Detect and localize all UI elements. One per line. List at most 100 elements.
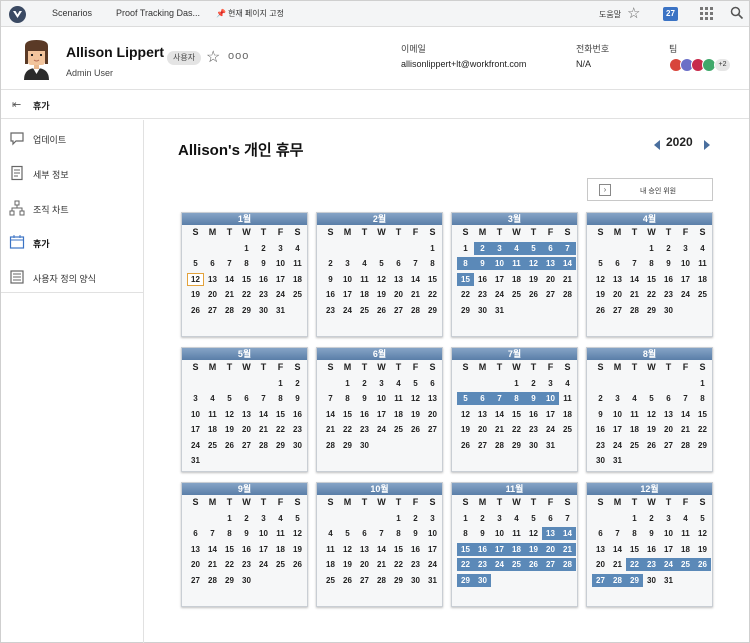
calendar-day[interactable]: 24 xyxy=(677,288,694,301)
favorites-star-icon[interactable]: ☆ xyxy=(627,4,640,22)
time-off-day[interactable]: 10 xyxy=(542,392,559,405)
calendar-day[interactable]: 14 xyxy=(221,273,238,286)
time-off-day[interactable]: 22 xyxy=(626,558,643,571)
time-off-day[interactable]: 15 xyxy=(457,542,474,556)
calendar-day[interactable]: 16 xyxy=(356,408,373,421)
calendar-day[interactable]: 30 xyxy=(255,304,272,317)
calendar-day[interactable]: 28 xyxy=(255,439,272,452)
calendar-day[interactable]: 2 xyxy=(474,512,491,525)
calendar-day[interactable]: 1 xyxy=(457,242,474,255)
calendar-day[interactable]: 17 xyxy=(424,543,441,556)
calendar-day[interactable]: 7 xyxy=(322,392,339,405)
calendar-day[interactable]: 3 xyxy=(677,242,694,255)
calendar-day[interactable]: 14 xyxy=(255,408,272,421)
calendar-day[interactable]: 19 xyxy=(339,558,356,571)
calendar-day[interactable]: 23 xyxy=(255,288,272,301)
calendar-day[interactable]: 20 xyxy=(424,408,441,421)
time-off-day[interactable]: 6 xyxy=(542,241,559,255)
calendar-day[interactable]: 1 xyxy=(694,377,711,390)
calendar-day[interactable]: 30 xyxy=(407,574,424,587)
sidebar-item-updates[interactable]: 업데이트 xyxy=(1,125,143,151)
calendar-day[interactable]: 18 xyxy=(626,423,643,436)
calendar-day[interactable]: 20 xyxy=(356,558,373,571)
calendar-day[interactable]: 19 xyxy=(289,543,306,556)
calendar-day[interactable]: 20 xyxy=(592,558,609,571)
calendar-day[interactable]: 7 xyxy=(677,392,694,405)
calendar-day[interactable]: 11 xyxy=(390,392,407,405)
calendar-day[interactable]: 23 xyxy=(289,423,306,436)
calendar-day[interactable]: 22 xyxy=(424,288,441,301)
calendar-day[interactable]: 30 xyxy=(643,574,660,587)
calendar-day[interactable]: 24 xyxy=(187,439,204,452)
calendar-day[interactable]: 17 xyxy=(255,543,272,556)
calendar-day[interactable]: 11 xyxy=(626,408,643,421)
calendar-day[interactable]: 8 xyxy=(694,392,711,405)
calendar-day[interactable]: 31 xyxy=(187,454,204,467)
calendar-day[interactable]: 29 xyxy=(457,304,474,317)
calendar-day[interactable]: 8 xyxy=(457,527,474,540)
calendar-day[interactable]: 13 xyxy=(390,273,407,286)
calendar-day[interactable]: 26 xyxy=(457,439,474,452)
calendar-day[interactable]: 7 xyxy=(373,527,390,540)
calendar-day[interactable]: 5 xyxy=(694,512,711,525)
time-off-day[interactable]: 10 xyxy=(491,257,508,270)
time-off-day[interactable]: 11 xyxy=(508,257,525,270)
calendar-day[interactable]: 12 xyxy=(694,527,711,540)
nav-proof-tracking[interactable]: Proof Tracking Das... xyxy=(116,8,200,18)
calendar-day[interactable]: 21 xyxy=(609,558,626,571)
calendar-day[interactable]: 5 xyxy=(592,257,609,270)
calendar-day[interactable]: 16 xyxy=(322,288,339,301)
time-off-day[interactable]: 22 xyxy=(457,558,474,571)
calendar-day[interactable]: 21 xyxy=(373,558,390,571)
calendar-day[interactable]: 14 xyxy=(609,543,626,556)
calendar-day[interactable]: 25 xyxy=(272,558,289,571)
calendar-day[interactable]: 20 xyxy=(390,288,407,301)
app-grid-icon[interactable] xyxy=(700,7,713,20)
calendar-day[interactable]: 14 xyxy=(373,543,390,556)
calendar-day[interactable]: 10 xyxy=(272,257,289,270)
calendar-day[interactable]: 27 xyxy=(660,439,677,452)
calendar-day[interactable]: 9 xyxy=(255,257,272,270)
calendar-day[interactable]: 3 xyxy=(187,392,204,405)
calendar-day[interactable]: 4 xyxy=(204,392,221,405)
time-off-day[interactable]: 13 xyxy=(542,257,559,270)
calendar-day[interactable]: 30 xyxy=(289,439,306,452)
calendar-day[interactable]: 14 xyxy=(491,408,508,421)
calendar-day[interactable]: 4 xyxy=(694,242,711,255)
search-icon[interactable] xyxy=(730,6,744,20)
calendar-day[interactable]: 7 xyxy=(609,527,626,540)
time-off-day[interactable]: 23 xyxy=(474,558,491,571)
calendar-day[interactable]: 17 xyxy=(187,423,204,436)
calendar-badge[interactable]: 27 xyxy=(663,7,678,21)
calendar-day[interactable]: 19 xyxy=(407,408,424,421)
calendar-day[interactable]: 29 xyxy=(508,439,525,452)
time-off-day[interactable]: 5 xyxy=(457,392,474,405)
calendar-day[interactable]: 8 xyxy=(643,257,660,270)
calendar-day[interactable]: 28 xyxy=(322,439,339,452)
calendar-day[interactable]: 16 xyxy=(660,273,677,286)
calendar-day[interactable]: 27 xyxy=(474,439,491,452)
calendar-day[interactable]: 2 xyxy=(643,512,660,525)
calendar-day[interactable]: 26 xyxy=(643,439,660,452)
calendar-day[interactable]: 28 xyxy=(559,288,576,301)
calendar-day[interactable]: 15 xyxy=(221,543,238,556)
calendar-day[interactable]: 13 xyxy=(187,543,204,556)
calendar-day[interactable]: 8 xyxy=(424,257,441,270)
calendar-day[interactable]: 31 xyxy=(660,574,677,587)
calendar-day[interactable]: 26 xyxy=(373,304,390,317)
calendar-day[interactable]: 20 xyxy=(238,423,255,436)
calendar-day[interactable]: 4 xyxy=(356,257,373,270)
calendar-day[interactable]: 12 xyxy=(592,273,609,286)
calendar-day[interactable]: 18 xyxy=(390,408,407,421)
time-off-day[interactable]: 12 xyxy=(525,257,542,270)
calendar-day[interactable]: 4 xyxy=(272,512,289,525)
calendar-day[interactable]: 19 xyxy=(221,423,238,436)
calendar-day[interactable]: 2 xyxy=(289,377,306,390)
calendar-day[interactable]: 15 xyxy=(390,543,407,556)
calendar-day[interactable]: 23 xyxy=(474,288,491,301)
calendar-day[interactable]: 21 xyxy=(677,423,694,436)
calendar-day[interactable]: 5 xyxy=(525,512,542,525)
calendar-day[interactable]: 22 xyxy=(694,423,711,436)
calendar-day[interactable]: 28 xyxy=(491,439,508,452)
calendar-day[interactable]: 16 xyxy=(289,408,306,421)
